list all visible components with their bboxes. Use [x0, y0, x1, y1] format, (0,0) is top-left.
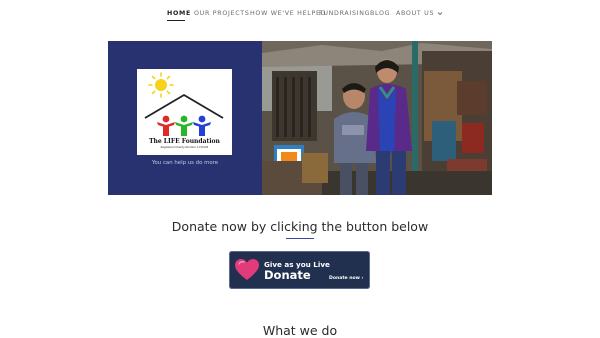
children-photo [262, 41, 492, 195]
people-icon [157, 115, 211, 136]
nav-our-projects[interactable]: OUR PROJECTS [194, 10, 250, 17]
main-nav: HOME OUR PROJECTS HOW WE'VE HELPED FUNDR… [0, 0, 600, 28]
roof-icon [144, 94, 224, 119]
sun-icon [148, 72, 174, 98]
logo-name: The LIFE Foundation [149, 138, 220, 145]
nav-fundraising[interactable]: FUNDRAISING [319, 10, 370, 17]
heart-icon [235, 259, 259, 280]
hero-banner: The LIFE Foundation Registered Charity N… [108, 41, 492, 195]
give-as-you-live-donate-button[interactable]: Give as you Live Donate Donate now › [229, 251, 370, 289]
nav-about-us-label: ABOUT US [396, 10, 435, 17]
life-foundation-logo: The LIFE Foundation Registered Charity N… [137, 69, 232, 155]
nav-home[interactable]: HOME [167, 10, 191, 17]
logo-charity-number: Registered Charity Number 1130195 [160, 146, 209, 149]
heading-divider [286, 238, 314, 239]
what-we-do-heading: What we do [262, 323, 338, 338]
donate-heading: Donate now by clicking the button below [171, 219, 429, 234]
donate-now-label: Donate now › [329, 276, 364, 281]
nav-how-weve-helped[interactable]: HOW WE'VE HELPED [250, 10, 326, 17]
nav-about-us[interactable]: ABOUT US [396, 10, 443, 17]
logo-illustration [144, 72, 224, 136]
nav-blog[interactable]: BLOG [370, 10, 390, 17]
hero-tagline: You can help us do more [151, 160, 219, 166]
donate-label: Donate [264, 268, 311, 282]
nav-active-underline [167, 20, 185, 21]
hero-brand-panel: The LIFE Foundation Registered Charity N… [108, 41, 262, 195]
chevron-down-icon [437, 11, 443, 15]
